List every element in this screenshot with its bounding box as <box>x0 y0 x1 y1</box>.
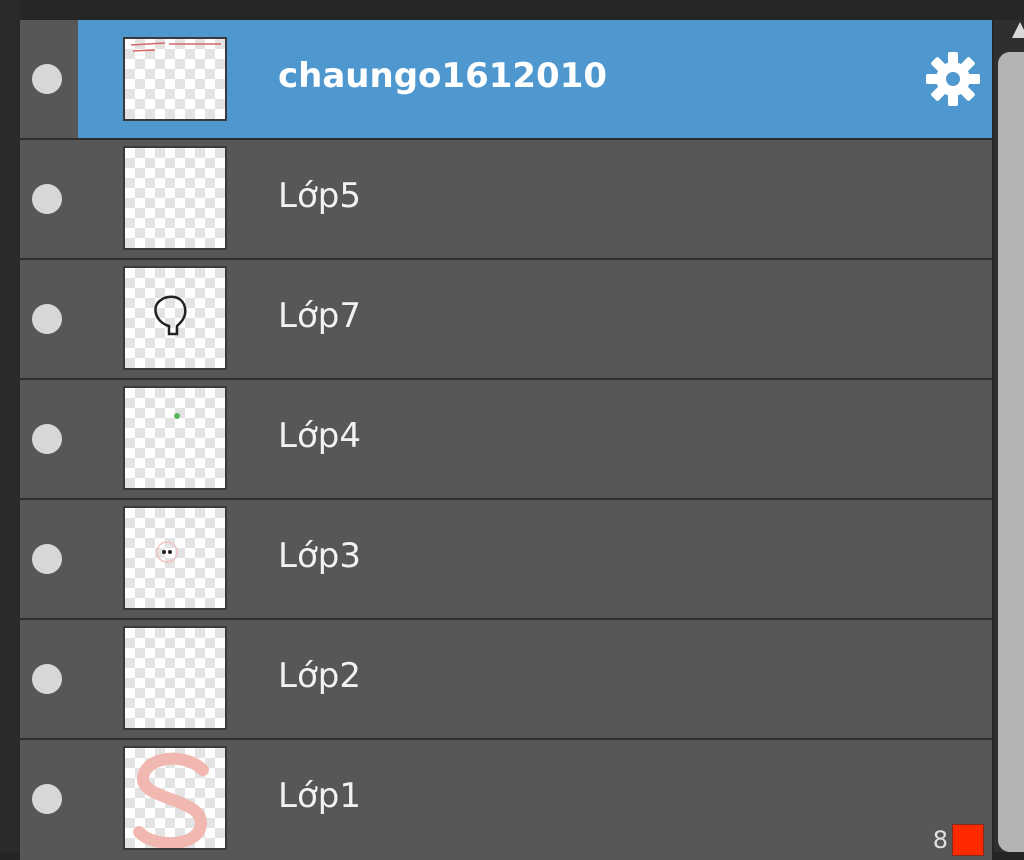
scrollbar-thumb[interactable] <box>998 52 1024 852</box>
layer-thumbnail <box>123 506 227 610</box>
layer-name: Lớp1 <box>278 776 361 816</box>
layer-thumbnail <box>123 746 227 850</box>
thumbnail-text-sketch <box>130 42 221 52</box>
layers-panel: chaungo1612010 Lớp5 Lớp7 Lớp4 Lớp3 Lớp2 … <box>0 0 1024 860</box>
layer-name: Lớp5 <box>278 176 361 216</box>
thumbnail-s-stroke <box>133 752 209 848</box>
layer-thumbnail <box>123 386 227 490</box>
scroll-up-arrow-icon[interactable] <box>1012 22 1024 38</box>
layer-row[interactable]: Lớp4 <box>20 380 992 500</box>
thumbnail-eyes <box>156 541 178 563</box>
thumbnail-balloon-outline <box>154 295 187 336</box>
visibility-toggle-icon[interactable] <box>32 304 62 334</box>
visibility-toggle-icon[interactable] <box>32 544 62 574</box>
layer-name: chaungo1612010 <box>278 56 608 96</box>
layer-row[interactable]: Lớp2 <box>20 620 992 740</box>
visibility-toggle-icon[interactable] <box>32 184 62 214</box>
layer-name: Lớp2 <box>278 656 361 696</box>
panel-top-strip <box>0 0 1024 20</box>
visibility-toggle-icon[interactable] <box>32 64 62 94</box>
layer-row[interactable]: Lớp3 <box>20 500 992 620</box>
panel-left-edge <box>0 0 20 852</box>
layer-row[interactable]: Lớp7 <box>20 260 992 380</box>
layer-row-selected[interactable]: chaungo1612010 <box>20 20 992 140</box>
layer-thumbnail <box>123 146 227 250</box>
layer-thumbnail <box>123 266 227 370</box>
visibility-toggle-icon[interactable] <box>32 664 62 694</box>
visibility-toggle-icon[interactable] <box>32 424 62 454</box>
layer-row[interactable]: Lớp1 8 <box>20 740 992 860</box>
layer-thumbnail <box>123 626 227 730</box>
layer-row[interactable]: Lớp5 <box>20 140 992 260</box>
gear-icon[interactable] <box>924 50 982 108</box>
layer-count: 8 <box>932 826 948 854</box>
layer-name: Lớp7 <box>278 296 361 336</box>
layer-name: Lớp3 <box>278 536 361 576</box>
layer-list: chaungo1612010 Lớp5 Lớp7 Lớp4 Lớp3 Lớp2 … <box>20 20 992 860</box>
layer-name: Lớp4 <box>278 416 361 456</box>
thumbnail-green-dot <box>174 413 180 419</box>
layer-thumbnail <box>123 37 227 121</box>
visibility-toggle-icon[interactable] <box>32 784 62 814</box>
layer-count-badge: 8 <box>933 824 984 856</box>
color-swatch[interactable] <box>952 824 984 856</box>
